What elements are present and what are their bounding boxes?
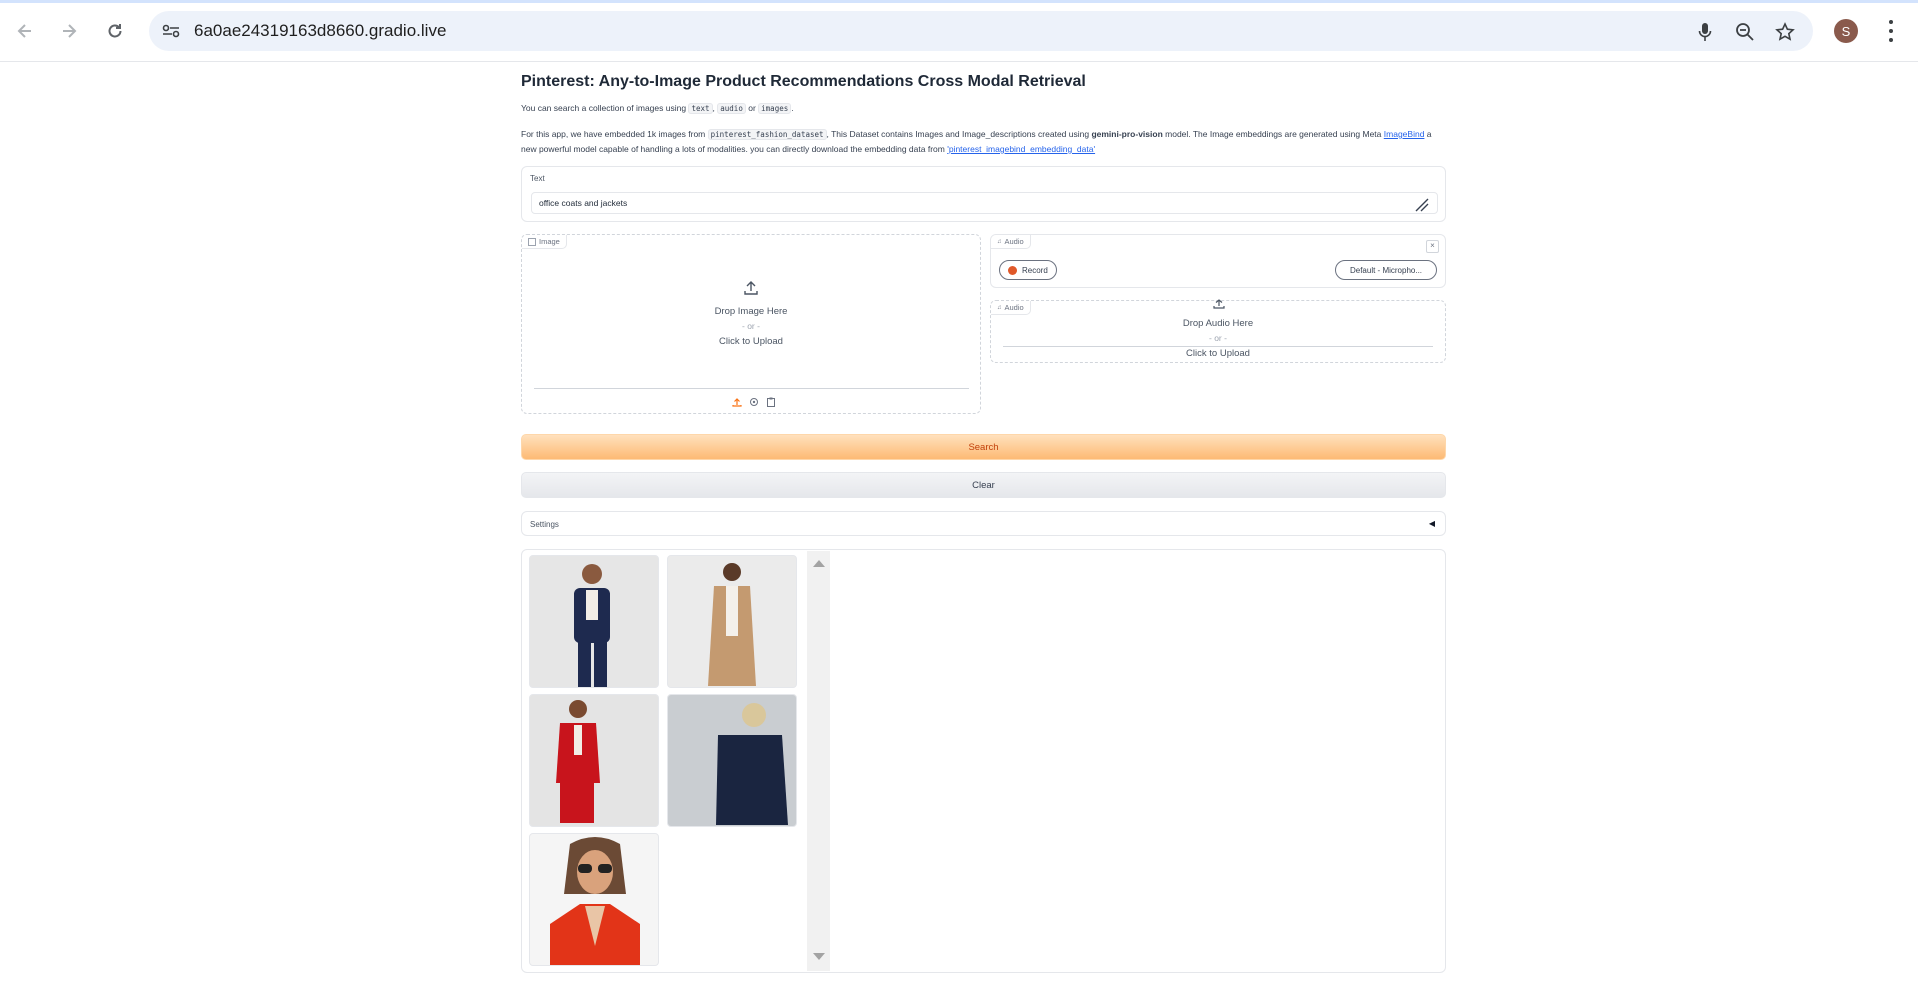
profile-avatar[interactable]: S xyxy=(1834,19,1858,43)
settings-label: Settings xyxy=(530,520,559,529)
close-icon[interactable]: × xyxy=(1426,240,1439,253)
zoom-out-icon[interactable] xyxy=(1733,20,1757,44)
address-bar[interactable]: 6a0ae24319163d8660.gradio.live xyxy=(149,11,1813,51)
intro-text: You can search a collection of images us… xyxy=(521,103,794,114)
url-text[interactable]: 6a0ae24319163d8660.gradio.live xyxy=(194,21,446,41)
audio-drop-text: Drop Audio Here xyxy=(1182,318,1254,329)
resize-handle-icon[interactable] xyxy=(1415,198,1429,212)
webcam-icon[interactable] xyxy=(749,397,759,407)
gallery-item[interactable] xyxy=(529,694,659,827)
image-icon xyxy=(528,237,536,246)
microphone-select[interactable]: Default - Micropho... xyxy=(1335,260,1437,280)
upload-icon xyxy=(744,281,758,295)
red-blazer-sunglasses-image xyxy=(530,834,658,965)
audio-upload-tag: ♫ Audio xyxy=(991,301,1031,315)
reload-icon[interactable] xyxy=(99,15,131,47)
settings-accordion[interactable]: Settings ◀ xyxy=(521,511,1446,536)
navy-blazer-image xyxy=(668,695,796,826)
scroll-up-icon[interactable] xyxy=(813,560,825,567)
upload-icon xyxy=(1213,299,1225,309)
site-settings-icon[interactable] xyxy=(161,21,181,41)
browser-toolbar: 6a0ae24319163d8660.gradio.live S xyxy=(0,0,1918,62)
divider xyxy=(534,388,969,389)
results-gallery xyxy=(521,549,1446,973)
music-icon: ♫ xyxy=(997,304,1002,311)
browser-menu-icon[interactable] xyxy=(1883,18,1899,44)
page-title: Pinterest: Any-to-Image Product Recommen… xyxy=(521,73,1086,90)
image-upload[interactable]: Image Drop Image Here - or - Click to Up… xyxy=(521,234,981,414)
gallery-item[interactable] xyxy=(667,694,797,827)
text-block: Text office coats and jackets xyxy=(521,166,1446,222)
forward-icon[interactable] xyxy=(53,15,85,47)
bookmark-star-icon[interactable] xyxy=(1773,20,1797,44)
gallery-item[interactable] xyxy=(529,555,659,688)
audio-tag: ♫ Audio xyxy=(991,235,1031,249)
music-icon: ♫ xyxy=(997,238,1002,245)
audio-or-text: - or - xyxy=(1209,333,1227,343)
image-drop-text: Drop Image Here xyxy=(714,306,788,317)
scroll-down-icon[interactable] xyxy=(813,953,825,960)
caret-left-icon: ◀ xyxy=(1428,519,1435,528)
clipboard-icon[interactable] xyxy=(766,397,776,407)
navy-pantsuit-image xyxy=(530,556,658,687)
audio-record-block: ♫ Audio × Record Default - Micropho... xyxy=(990,234,1446,288)
divider xyxy=(1003,346,1433,347)
text-label: Text xyxy=(530,174,545,183)
image-or-text: - or - xyxy=(742,321,760,331)
imagebind-link[interactable]: ImageBind xyxy=(1384,129,1425,139)
record-dot-icon xyxy=(1008,265,1017,275)
gallery-item[interactable] xyxy=(529,833,659,966)
camel-coat-image xyxy=(668,556,796,687)
text-query-input[interactable]: office coats and jackets xyxy=(531,192,1438,214)
back-icon[interactable] xyxy=(9,15,41,47)
red-blazer-image xyxy=(530,695,658,826)
upload-small-icon[interactable] xyxy=(732,397,742,407)
gallery-item[interactable] xyxy=(667,555,797,688)
audio-click-upload[interactable]: Click to Upload xyxy=(991,348,1445,359)
audio-upload[interactable]: ♫ Audio Drop Audio Here - or - Click to … xyxy=(990,299,1446,363)
gallery-scrollbar[interactable] xyxy=(807,551,830,971)
embedding-data-link[interactable]: 'pinterest_imagebind_embedding_data' xyxy=(947,144,1095,154)
image-click-upload[interactable]: Click to Upload xyxy=(522,336,980,347)
record-button[interactable]: Record xyxy=(999,260,1057,280)
search-button[interactable]: Search xyxy=(521,434,1446,460)
tab-strip-edge xyxy=(0,0,1918,3)
clear-button[interactable]: Clear xyxy=(521,472,1446,498)
description-text: For this app, we have embedded 1k images… xyxy=(521,129,1432,154)
microphone-icon[interactable] xyxy=(1693,20,1717,44)
image-tag: Image xyxy=(522,235,567,249)
